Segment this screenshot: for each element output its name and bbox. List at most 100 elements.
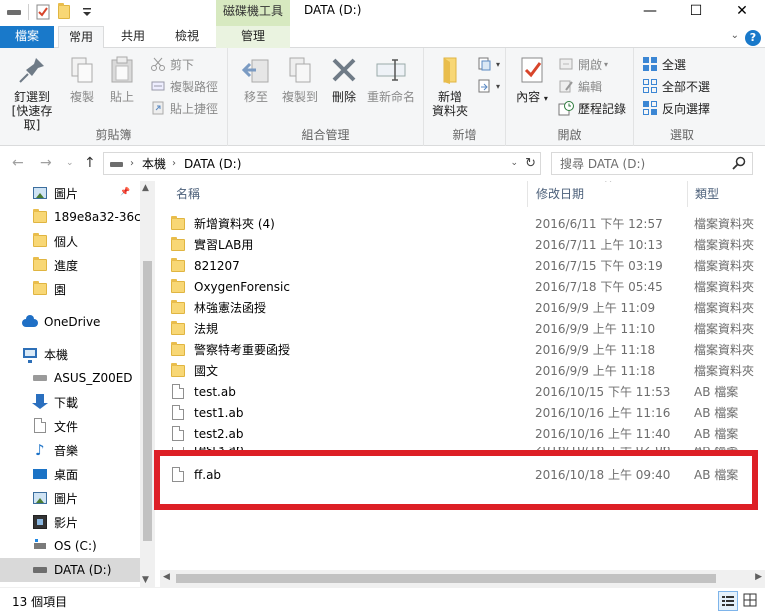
nav-item[interactable]: 圖片 📌 bbox=[0, 181, 140, 205]
file-row[interactable]: test2.ab 2016/10/16 上午 11:40 AB 檔案 bbox=[170, 423, 765, 444]
scrollbar-thumb[interactable] bbox=[143, 261, 152, 541]
back-arrow-icon[interactable]: ← bbox=[12, 155, 24, 171]
rename-button[interactable]: 重新命名 bbox=[364, 54, 418, 104]
breadcrumb-separator-icon: › bbox=[130, 158, 134, 169]
folder-row[interactable]: 新增資料夾 (4) 2016/6/11 下午 12:57 檔案資料夾 bbox=[170, 213, 765, 234]
breadcrumb-data-drive[interactable]: DATA (D:) bbox=[184, 157, 241, 171]
forward-arrow-icon[interactable]: → bbox=[40, 155, 52, 171]
nav-item[interactable]: 進度 bbox=[0, 253, 140, 277]
column-header-date[interactable]: 修改日期 bbox=[536, 181, 584, 207]
paste-shortcut-button[interactable]: 貼上捷徑 bbox=[150, 98, 218, 118]
breadcrumb-this-pc[interactable]: 本機 bbox=[142, 155, 166, 172]
horizontal-scrollbar[interactable]: ◀ ▶ bbox=[160, 570, 765, 587]
copy-button[interactable]: 複製 bbox=[64, 54, 100, 104]
search-icon[interactable] bbox=[732, 156, 746, 170]
minimize-button[interactable]: — bbox=[627, 0, 673, 22]
new-item-dropdown-icon[interactable]: ▾ bbox=[496, 60, 500, 69]
scroll-left-icon[interactable]: ◀ bbox=[163, 572, 170, 582]
address-bar[interactable]: › 本機 › DATA (D:) ⌄ ↻ bbox=[103, 152, 541, 175]
picture-icon bbox=[32, 185, 48, 201]
tab-home[interactable]: 常用 bbox=[58, 26, 104, 49]
nav-item[interactable]: 文件 bbox=[0, 414, 140, 438]
new-item-button[interactable]: ▾ bbox=[476, 54, 500, 74]
history-button[interactable]: 歷程記錄 bbox=[558, 98, 626, 118]
folder-row[interactable]: 法規 2016/9/9 上午 11:10 檔案資料夾 bbox=[170, 318, 765, 339]
nav-item[interactable]: 本機 bbox=[0, 342, 140, 366]
pin-quick-access-button[interactable]: 釘選到 [快速存取] bbox=[4, 54, 60, 132]
column-header-name[interactable]: 名稱 bbox=[176, 181, 200, 207]
nav-item[interactable]: 園 bbox=[0, 277, 140, 301]
open-button[interactable]: 開啟 ▾ bbox=[558, 54, 608, 74]
tab-manage[interactable]: 管理 bbox=[216, 26, 290, 48]
move-to-button[interactable]: 移至 bbox=[236, 54, 276, 104]
select-all-button[interactable]: 全選 bbox=[642, 54, 686, 74]
details-view-icon[interactable] bbox=[718, 591, 738, 611]
scroll-down-icon[interactable]: ▼ bbox=[142, 575, 149, 585]
open-dropdown-icon[interactable]: ▾ bbox=[604, 60, 608, 69]
pictures-icon bbox=[32, 490, 48, 506]
easy-access-dropdown-icon[interactable]: ▾ bbox=[496, 82, 500, 91]
nav-item-label: 進度 bbox=[54, 258, 79, 273]
folder-row[interactable]: 國文 2016/9/9 上午 11:18 檔案資料夾 bbox=[170, 360, 765, 381]
nav-scrollbar[interactable]: ▲ ▼ bbox=[140, 181, 155, 587]
large-icons-view-icon[interactable] bbox=[741, 591, 761, 611]
drive-icon[interactable] bbox=[6, 4, 22, 20]
pinned-icon[interactable]: 📌 bbox=[120, 187, 130, 196]
close-button[interactable]: ✕ bbox=[719, 0, 765, 22]
folder-row[interactable]: OxygenForensic 2016/7/18 下午 05:45 檔案資料夾 bbox=[170, 276, 765, 297]
recent-locations-icon[interactable]: ⌄ bbox=[66, 158, 74, 168]
nav-item[interactable]: 影片 bbox=[0, 510, 140, 534]
column-divider[interactable] bbox=[687, 181, 688, 207]
nav-item[interactable]: 下載 bbox=[0, 390, 140, 414]
properties-button[interactable]: 內容 ▾ bbox=[512, 54, 552, 106]
folder-row[interactable]: 警察特考重要函授 2016/9/9 上午 11:18 檔案資料夾 bbox=[170, 339, 765, 360]
nav-item[interactable]: 桌面 bbox=[0, 462, 140, 486]
column-header-type[interactable]: 類型 bbox=[695, 181, 719, 207]
file-name: 821207 bbox=[194, 258, 240, 273]
nav-item[interactable]: 189e8a32-36c6 bbox=[0, 205, 140, 229]
delete-button[interactable]: 刪除 bbox=[328, 54, 360, 104]
copy-to-button[interactable]: 複製到 bbox=[278, 54, 322, 104]
search-input[interactable] bbox=[560, 156, 720, 171]
nav-item[interactable]: ASUS_Z00ED bbox=[0, 366, 140, 390]
scroll-right-icon[interactable]: ▶ bbox=[755, 572, 762, 582]
edit-button[interactable]: 編輯 bbox=[558, 76, 602, 96]
properties-dropdown-icon[interactable]: ▾ bbox=[544, 94, 548, 103]
maximize-button[interactable]: ☐ bbox=[673, 0, 719, 22]
tab-view[interactable]: 檢視 bbox=[162, 26, 212, 48]
file-row[interactable]: test.ab 2016/10/15 下午 11:53 AB 檔案 bbox=[170, 381, 765, 402]
file-row[interactable]: test1.ab 2016/10/16 上午 11:16 AB 檔案 bbox=[170, 402, 765, 423]
cut-button[interactable]: 剪下 bbox=[150, 54, 194, 74]
paste-button[interactable]: 貼上 bbox=[104, 54, 140, 104]
properties-check-icon[interactable] bbox=[35, 4, 51, 20]
new-folder-button[interactable]: 新增 資料夾 bbox=[428, 54, 472, 118]
nav-item[interactable]: 個人 bbox=[0, 229, 140, 253]
search-box[interactable] bbox=[551, 152, 753, 175]
collapse-ribbon-icon[interactable]: ⌄ bbox=[731, 30, 739, 41]
folder-row[interactable]: 821207 2016/7/15 下午 03:19 檔案資料夾 bbox=[170, 255, 765, 276]
invert-selection-button[interactable]: 反向選擇 bbox=[642, 98, 710, 118]
nav-item[interactable]: OS (C:) bbox=[0, 534, 140, 558]
easy-access-button[interactable]: ▾ bbox=[476, 76, 500, 96]
refresh-icon[interactable]: ↻ bbox=[525, 156, 536, 171]
help-icon[interactable]: ? bbox=[745, 30, 761, 46]
up-arrow-icon[interactable]: ↑ bbox=[84, 155, 96, 171]
folder-row[interactable]: 實習LAB用 2016/7/11 上午 10:13 檔案資料夾 bbox=[170, 234, 765, 255]
nav-item[interactable]: ♪ 音樂 bbox=[0, 438, 140, 462]
folder-row[interactable]: 林強憲法函授 2016/9/9 上午 11:09 檔案資料夾 bbox=[170, 297, 765, 318]
copy-icon bbox=[66, 54, 98, 86]
new-folder-icon[interactable] bbox=[57, 3, 73, 20]
tab-share[interactable]: 共用 bbox=[110, 26, 156, 48]
select-none-button[interactable]: 全部不選 bbox=[642, 76, 710, 96]
copy-path-button[interactable]: 複製路徑 bbox=[150, 76, 218, 96]
column-divider[interactable] bbox=[527, 181, 528, 207]
scrollbar-thumb[interactable] bbox=[176, 574, 716, 583]
customize-dropdown-icon[interactable] bbox=[79, 4, 95, 20]
tab-file[interactable]: 檔案 bbox=[0, 26, 54, 48]
nav-item[interactable]: DATA (D:) bbox=[0, 558, 140, 582]
nav-item[interactable]: OneDrive bbox=[0, 310, 140, 334]
file-date: 2016/10/16 上午 11:40 bbox=[535, 427, 671, 441]
scroll-up-icon[interactable]: ▲ bbox=[142, 183, 149, 193]
nav-item[interactable]: 圖片 bbox=[0, 486, 140, 510]
address-dropdown-icon[interactable]: ⌄ bbox=[510, 158, 518, 168]
